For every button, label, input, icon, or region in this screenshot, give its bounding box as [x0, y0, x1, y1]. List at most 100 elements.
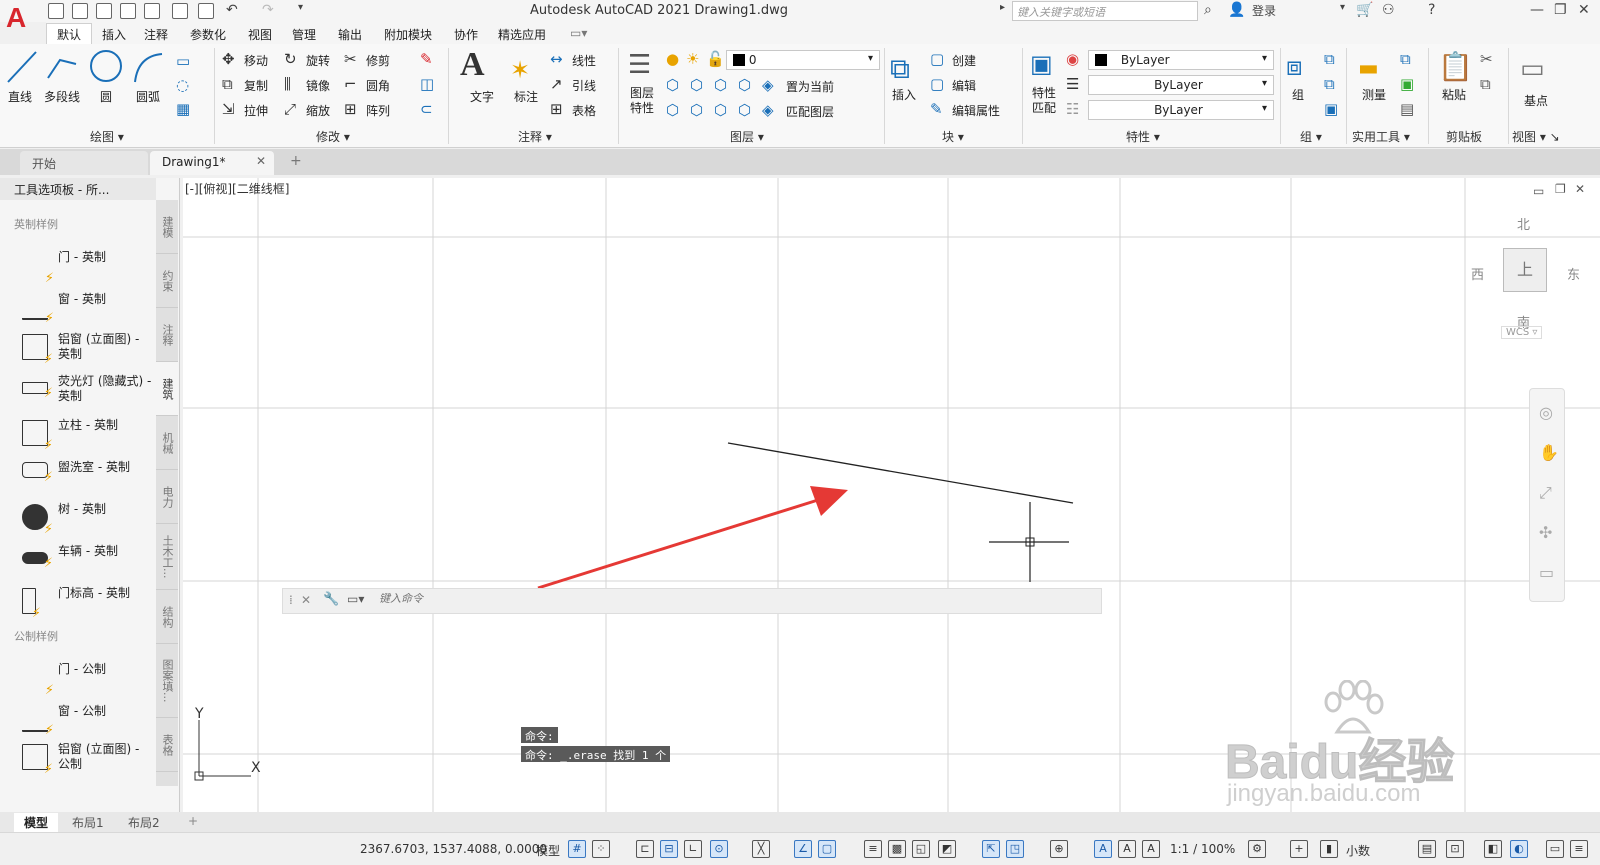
layer-tool-icon[interactable]: ⬡: [690, 76, 703, 94]
table-icon[interactable]: ⊞: [550, 100, 563, 118]
tab-model[interactable]: 模型: [14, 813, 59, 832]
units-icon[interactable]: ▮: [1320, 840, 1338, 858]
palette-item[interactable]: 铝窗 (立面图) - 公制: [20, 738, 150, 778]
isodraft-icon[interactable]: ╳: [752, 840, 770, 858]
share-icon[interactable]: ⚇: [1382, 2, 1395, 18]
infer-constraints-icon[interactable]: ⊏: [636, 840, 654, 858]
trim-icon[interactable]: ✂: [344, 50, 357, 68]
lock-ui-icon[interactable]: ⊡: [1446, 840, 1464, 858]
layer-tool-icon[interactable]: ⬡: [714, 101, 727, 119]
palette-item[interactable]: 盥洗室 - 英制: [20, 456, 150, 492]
scale-button[interactable]: 缩放: [306, 102, 330, 119]
orbit-icon[interactable]: ✣: [1539, 523, 1552, 542]
layer-on-icon[interactable]: ●: [666, 50, 679, 68]
cut-icon[interactable]: ✂: [1480, 50, 1493, 68]
panel-title-block[interactable]: 块 ▾: [942, 128, 964, 145]
quick-properties-icon[interactable]: ▤: [1418, 840, 1436, 858]
match-layer-button[interactable]: 匹配图层: [786, 103, 834, 120]
zoom-extents-icon[interactable]: ⤢: [1539, 483, 1552, 503]
panel-title-modify[interactable]: 修改 ▾: [316, 128, 350, 145]
viewcube-north[interactable]: 北: [1517, 214, 1530, 233]
side-tab-structural[interactable]: 结构: [156, 590, 178, 644]
make-current-icon[interactable]: ◈: [762, 76, 774, 94]
explode-icon[interactable]: ◫: [420, 75, 434, 93]
layer-tool-icon[interactable]: ⬡: [738, 76, 751, 94]
minimize-icon[interactable]: —: [1530, 2, 1544, 18]
circle-icon[interactable]: [88, 48, 124, 86]
tab-insert[interactable]: 插入: [102, 26, 126, 43]
rectangle-icon[interactable]: ▭: [176, 52, 190, 70]
side-tab-hatches[interactable]: 图案填...: [156, 644, 178, 718]
login-link[interactable]: 登录: [1252, 2, 1276, 19]
close-tab-icon[interactable]: ✕: [256, 154, 266, 168]
move-icon[interactable]: ✥: [222, 50, 235, 68]
trim-button[interactable]: 修剪: [366, 52, 390, 69]
side-tab-constraints[interactable]: 约束: [156, 254, 178, 308]
transparency-icon[interactable]: ▩: [888, 840, 906, 858]
auto-scale-icon[interactable]: A: [1118, 840, 1136, 858]
close-window-icon[interactable]: ✕: [1578, 2, 1590, 18]
layer-dropdown[interactable]: 0 ▾: [726, 50, 880, 70]
annotation-visibility-icon[interactable]: A: [1094, 840, 1112, 858]
stretch-button[interactable]: 拉伸: [244, 102, 268, 119]
paste-icon[interactable]: 📋: [1438, 50, 1473, 83]
edit-block-icon[interactable]: ▢: [930, 75, 944, 93]
insert-block-button[interactable]: 插入: [892, 86, 916, 103]
tab-drawing1[interactable]: Drawing1* ✕: [150, 151, 274, 175]
group-button[interactable]: 组: [1292, 86, 1304, 103]
viewcube-east[interactable]: 东: [1567, 264, 1580, 283]
side-tab-annotation[interactable]: 注释: [156, 308, 178, 362]
text-icon[interactable]: A: [460, 46, 485, 84]
object-snap-tracking-icon[interactable]: ∠: [794, 840, 812, 858]
command-input[interactable]: [379, 593, 679, 605]
plot-icon[interactable]: [198, 3, 214, 19]
open-file-icon[interactable]: [72, 3, 88, 19]
rotate-icon[interactable]: ↻: [284, 50, 297, 68]
arc-button[interactable]: 圆弧: [136, 88, 160, 105]
selection-cycling-icon[interactable]: ◱: [912, 840, 930, 858]
edit-attributes-button[interactable]: 编辑属性: [952, 102, 1000, 119]
help-icon[interactable]: ?: [1428, 2, 1435, 18]
group-select-icon[interactable]: ▣: [1324, 100, 1338, 118]
panel-title-annotation[interactable]: 注释 ▾: [518, 128, 552, 145]
polyline-button[interactable]: 多段线: [44, 88, 80, 105]
ungroup-icon[interactable]: ⧉: [1324, 50, 1335, 68]
mirror-button[interactable]: 镜像: [306, 77, 330, 94]
paste-button[interactable]: 粘贴: [1442, 86, 1466, 103]
select-all-icon[interactable]: ▣: [1400, 75, 1414, 93]
annotation-scale-icon[interactable]: A: [1142, 840, 1160, 858]
gizmo-icon[interactable]: ⊕: [1050, 840, 1068, 858]
autocad-logo-icon[interactable]: A: [6, 2, 34, 34]
steering-wheel-icon[interactable]: ◎: [1539, 403, 1553, 422]
text-button[interactable]: 文字: [470, 88, 494, 105]
panel-title-draw[interactable]: 绘图 ▾: [90, 128, 124, 145]
lineweight-display-icon[interactable]: ≡: [864, 840, 882, 858]
palette-title[interactable]: 工具选项板 - 所...: [0, 178, 156, 200]
array-icon[interactable]: ⊞: [344, 100, 357, 118]
tab-addins[interactable]: 附加模块: [384, 26, 432, 43]
panel-title-clipboard[interactable]: 剪贴板: [1446, 128, 1482, 145]
arc-icon[interactable]: [132, 50, 166, 86]
tab-layout1[interactable]: 布局1: [62, 813, 114, 832]
quick-select-icon[interactable]: ⧉: [1400, 50, 1411, 68]
move-button[interactable]: 移动: [244, 52, 268, 69]
save-icon[interactable]: [96, 3, 112, 19]
edit-block-button[interactable]: 编辑: [952, 77, 976, 94]
web-mobile-icon[interactable]: [144, 3, 160, 19]
viewcube-top-face[interactable]: 上: [1503, 248, 1547, 292]
selection-filter-icon[interactable]: ◳: [1006, 840, 1024, 858]
color-dropdown[interactable]: ByLayer ▾: [1088, 50, 1274, 70]
3d-osnap-icon[interactable]: ◩: [938, 840, 956, 858]
side-tab-civil[interactable]: 土木工...: [156, 524, 178, 590]
search-expand-icon[interactable]: ▸: [1000, 2, 1005, 13]
create-block-button[interactable]: 创建: [952, 52, 976, 69]
create-block-icon[interactable]: ▢: [930, 50, 944, 68]
layer-lock-icon[interactable]: 🔓: [706, 50, 725, 68]
side-tab-architectural[interactable]: 建筑: [156, 362, 178, 416]
viewport-close-icon[interactable]: ✕: [1575, 182, 1585, 196]
panel-title-utilities[interactable]: 实用工具 ▾: [1352, 128, 1410, 145]
polar-tracking-icon[interactable]: ⊙: [710, 840, 728, 858]
polyline-icon[interactable]: [46, 50, 80, 86]
user-icon[interactable]: 👤: [1228, 2, 1245, 18]
panel-title-view[interactable]: 视图 ▾ ↘: [1512, 128, 1560, 145]
